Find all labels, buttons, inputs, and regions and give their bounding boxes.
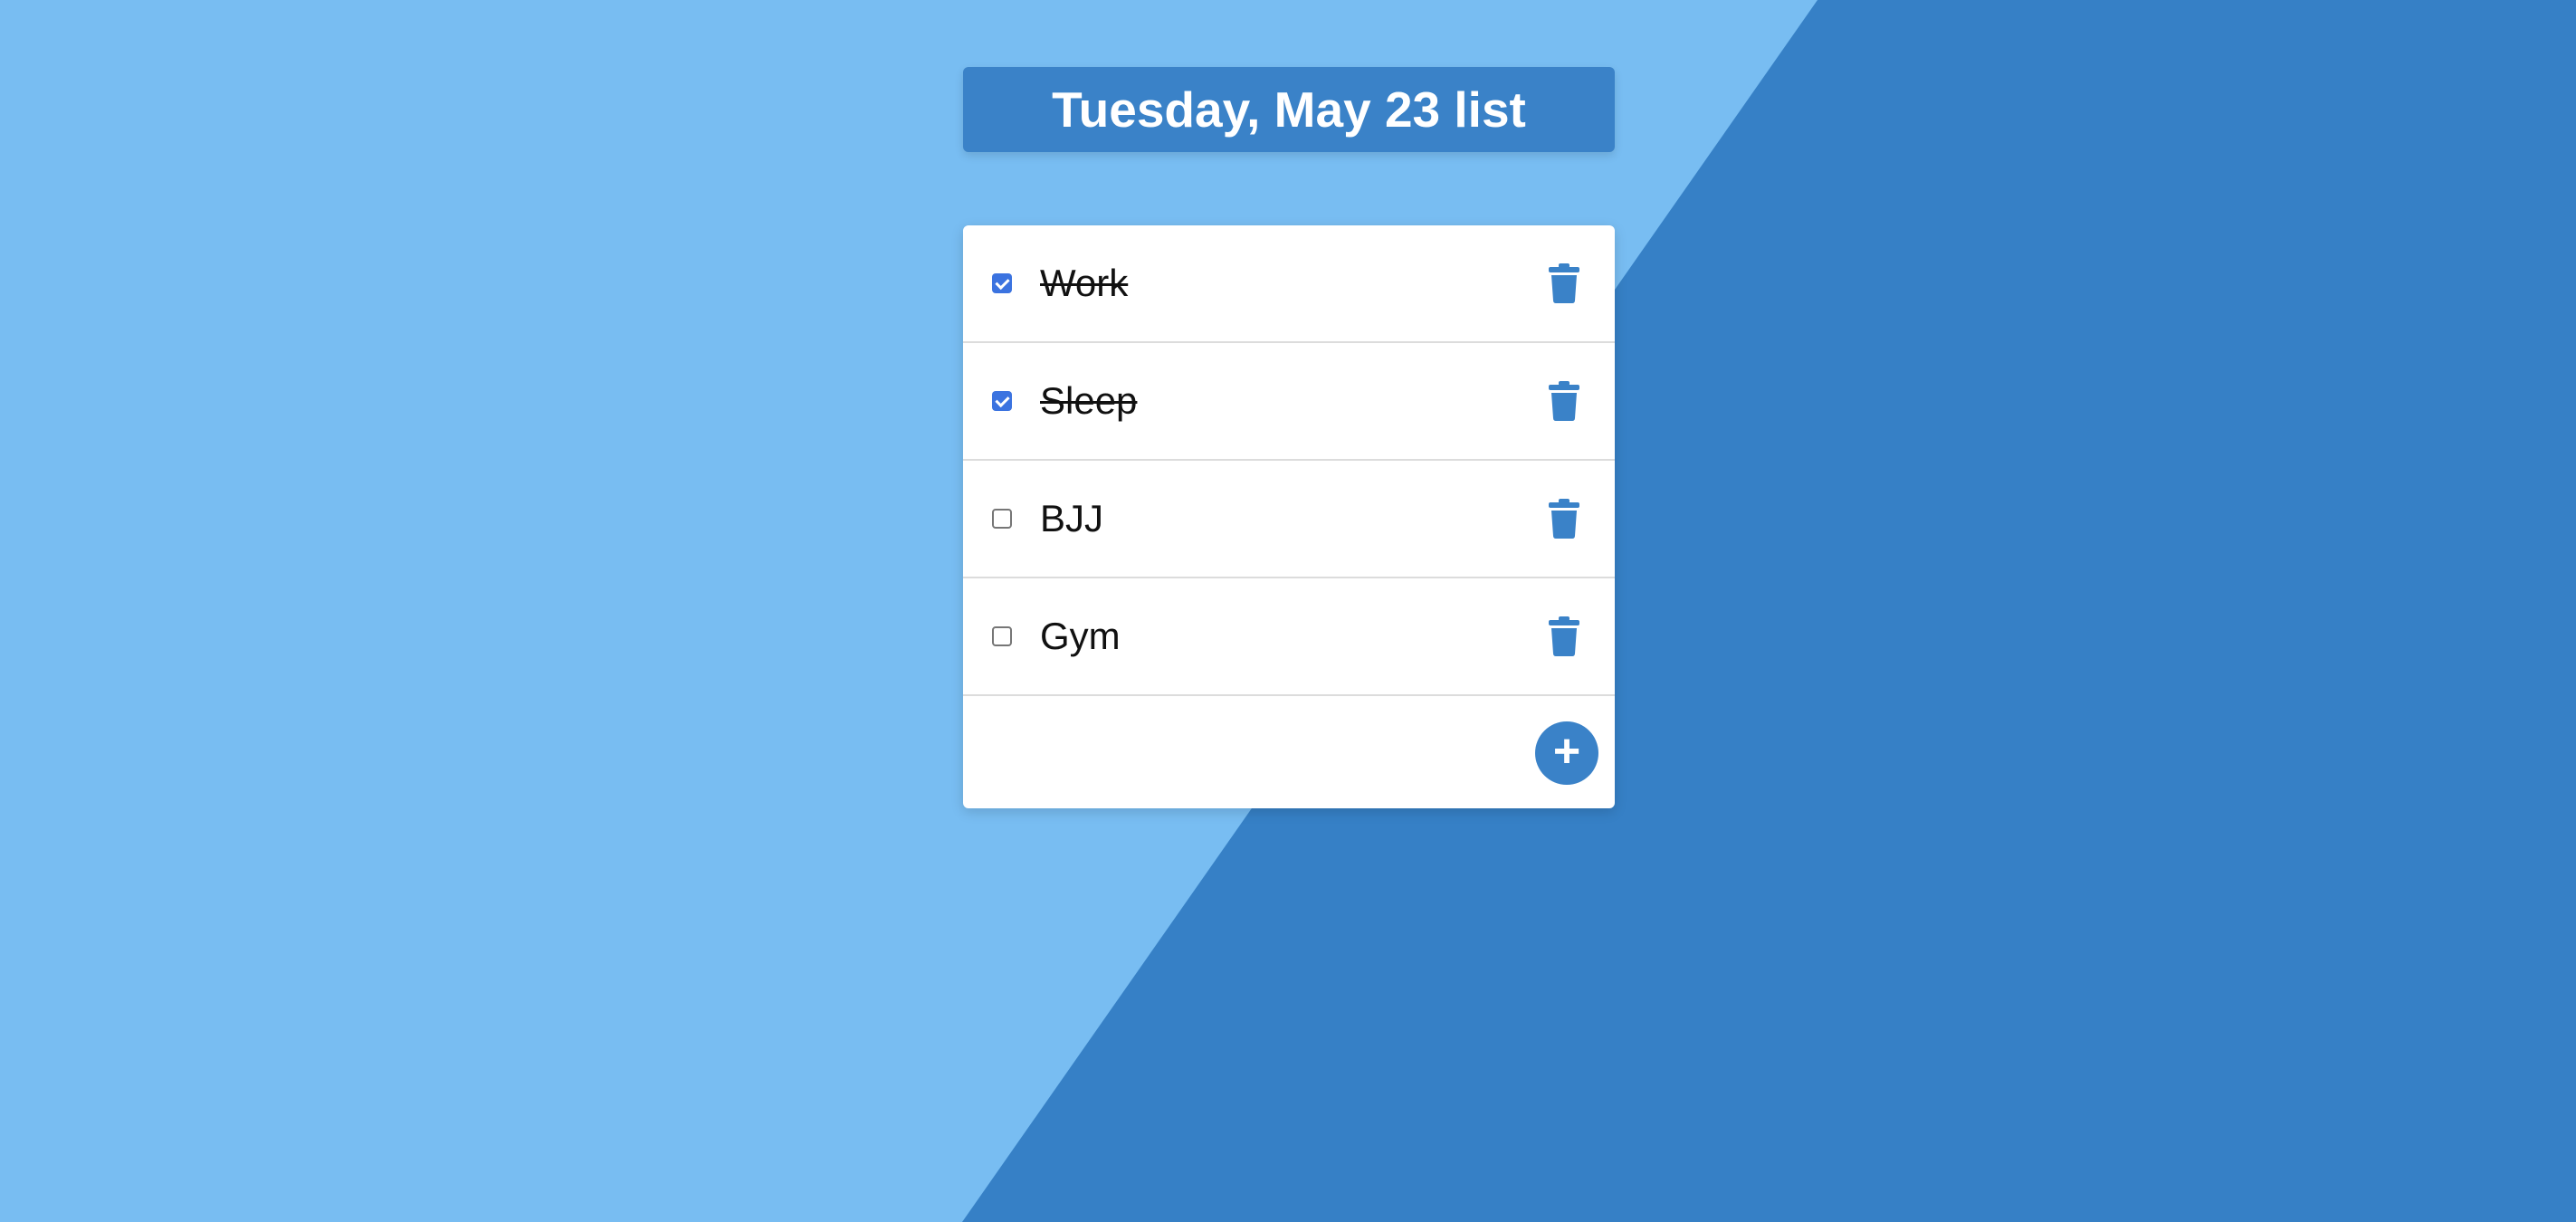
trash-icon[interactable]: [1548, 263, 1580, 303]
trash-icon[interactable]: [1548, 616, 1580, 656]
item-checkbox[interactable]: [992, 391, 1012, 411]
list-item: Gym: [963, 578, 1615, 696]
item-label: Work: [1040, 262, 1129, 304]
item-label: Sleep: [1040, 379, 1138, 422]
plus-icon: +: [1552, 725, 1581, 778]
item-label: Gym: [1040, 615, 1121, 657]
item-checkbox[interactable]: [992, 509, 1012, 529]
trash-icon[interactable]: [1548, 381, 1580, 421]
list-item: BJJ: [963, 461, 1615, 578]
page-title: Tuesday, May 23 list: [1052, 81, 1526, 138]
todo-list-card: Work Sleep BJJ Gym +: [963, 225, 1615, 808]
item-checkbox[interactable]: [992, 626, 1012, 646]
item-label: BJJ: [1040, 497, 1104, 539]
list-title-banner: Tuesday, May 23 list: [963, 67, 1615, 152]
item-checkbox[interactable]: [992, 273, 1012, 293]
list-item: Sleep: [963, 343, 1615, 461]
trash-icon[interactable]: [1548, 499, 1580, 539]
add-item-button[interactable]: +: [1535, 721, 1598, 785]
list-item: Work: [963, 225, 1615, 343]
list-footer: +: [963, 696, 1615, 808]
